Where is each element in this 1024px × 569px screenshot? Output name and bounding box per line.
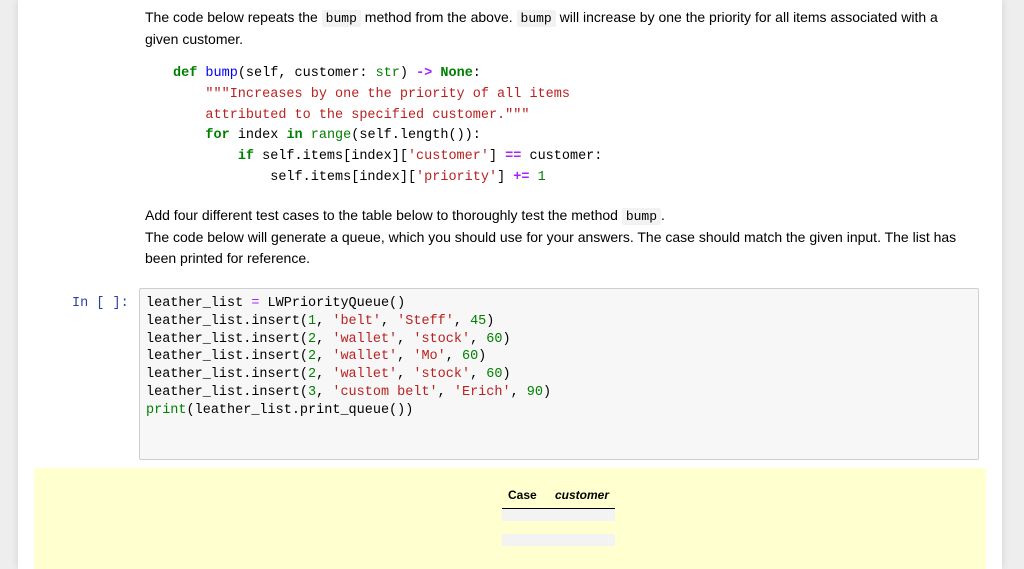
inline-code: bump: [321, 10, 361, 27]
cell-code[interactable]: leather_list = LWPriorityQueue() leather…: [146, 295, 551, 420]
cell-prompt: In [ ]:: [72, 296, 129, 311]
header-case: Case: [508, 488, 537, 502]
table-row[interactable]: [502, 534, 615, 546]
inline-code: bump: [516, 10, 556, 27]
table-header: Case customer: [502, 488, 615, 509]
intro-text: The code below repeats the: [145, 9, 322, 25]
instructions-paragraph: Add four different test cases to the tab…: [145, 207, 957, 266]
intro-text: method from the above.: [360, 9, 517, 25]
method-code-block: def bump(self, customer: str) -> None: "…: [173, 66, 603, 185]
intro-paragraph: The code below repeats the bump method f…: [145, 7, 975, 50]
notebook-page: The code below repeats the bump method f…: [18, 0, 1002, 569]
header-customer: customer: [554, 488, 609, 502]
code-cell-input[interactable]: leather_list = LWPriorityQueue() leather…: [139, 288, 979, 460]
inline-code: bump: [621, 208, 662, 225]
answer-area: Case customer: [34, 468, 986, 569]
test-case-table: Case customer: [502, 488, 615, 546]
table-row[interactable]: [502, 509, 615, 521]
